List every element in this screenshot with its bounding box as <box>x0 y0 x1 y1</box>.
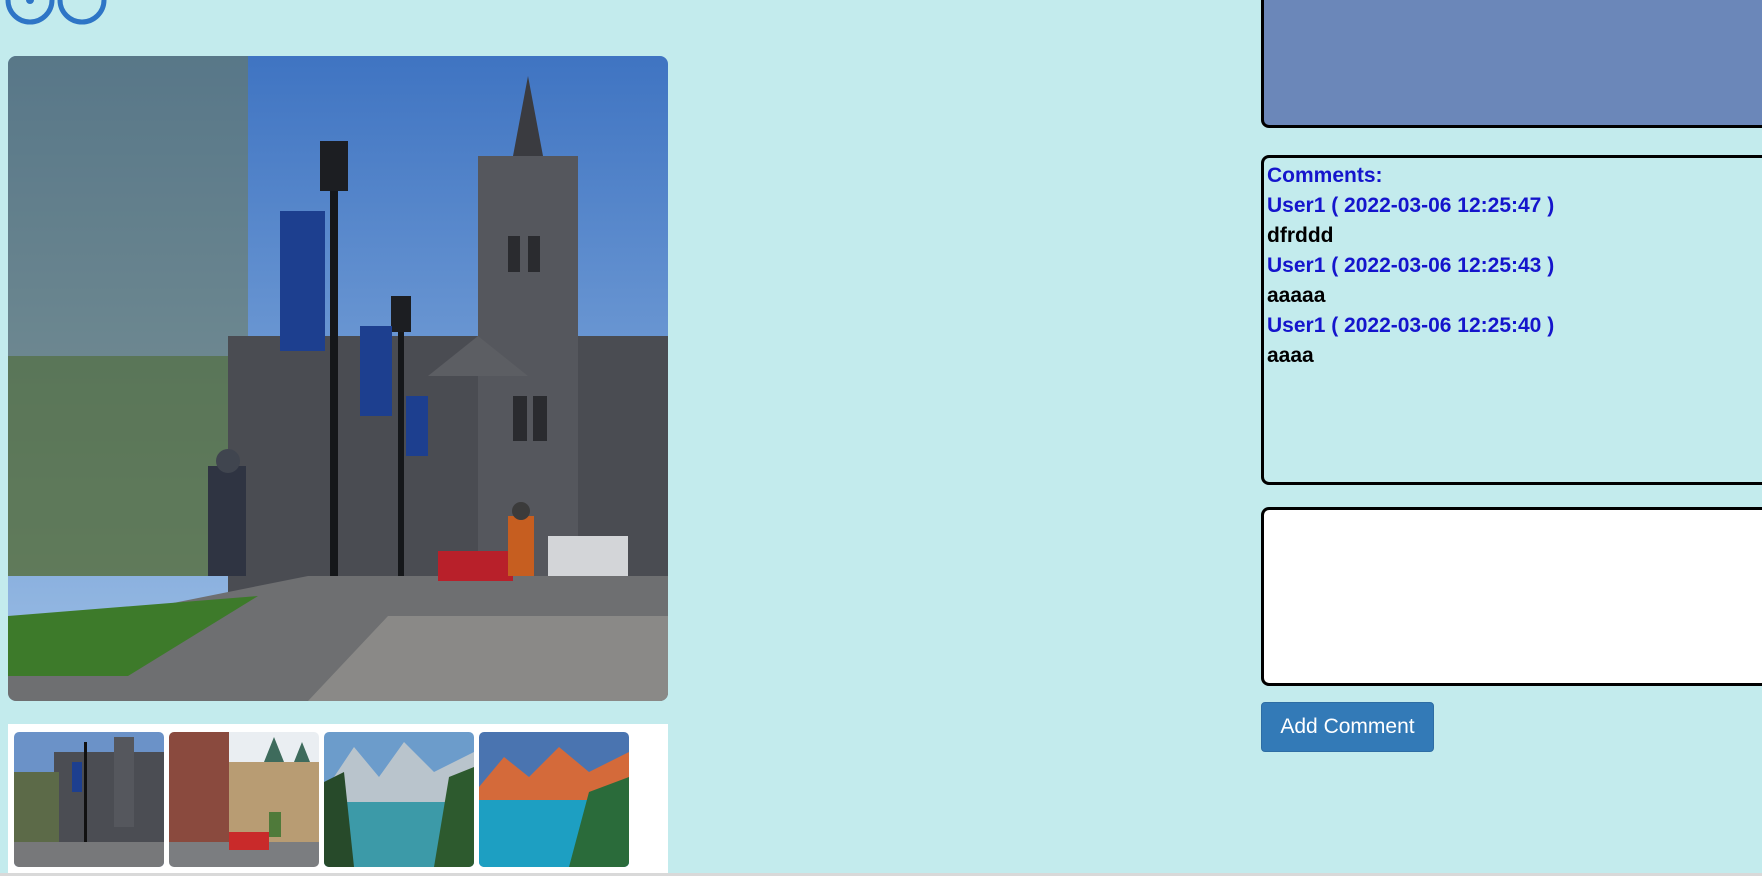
comment-item: User1 ( 2022-03-06 12:25:47 ) dfrddd <box>1267 191 1762 251</box>
comment-input[interactable] <box>1261 507 1762 686</box>
comment-text: aaaa <box>1267 344 1314 367</box>
add-comment-button[interactable]: Add Comment <box>1261 702 1434 752</box>
thumbnail-3[interactable] <box>324 732 474 867</box>
comment-author: User1 ( 2022-03-06 12:25:47 ) <box>1267 194 1555 217</box>
comments-title: Comments: <box>1267 164 1383 187</box>
comment-author: User1 ( 2022-03-06 12:25:40 ) <box>1267 314 1555 337</box>
thumbnail-strip <box>8 724 668 876</box>
description-panel <box>1261 0 1762 128</box>
comment-author: User1 ( 2022-03-06 12:25:43 ) <box>1267 254 1555 277</box>
main-gallery-image <box>8 56 668 701</box>
comment-item: User1 ( 2022-03-06 12:25:40 ) aaaa <box>1267 311 1762 371</box>
comment-item: User1 ( 2022-03-06 12:25:43 ) aaaaa <box>1267 251 1762 311</box>
comments-panel: Comments: User1 ( 2022-03-06 12:25:47 ) … <box>1261 155 1762 485</box>
logo-icon[interactable] <box>0 0 120 26</box>
thumbnail-4[interactable] <box>479 732 629 867</box>
thumbnail-2[interactable] <box>169 732 319 867</box>
page: Comments: User1 ( 2022-03-06 12:25:47 ) … <box>0 0 1762 876</box>
comment-text: dfrddd <box>1267 224 1334 247</box>
comment-text: aaaaa <box>1267 284 1326 307</box>
thumbnail-1[interactable] <box>14 732 164 867</box>
